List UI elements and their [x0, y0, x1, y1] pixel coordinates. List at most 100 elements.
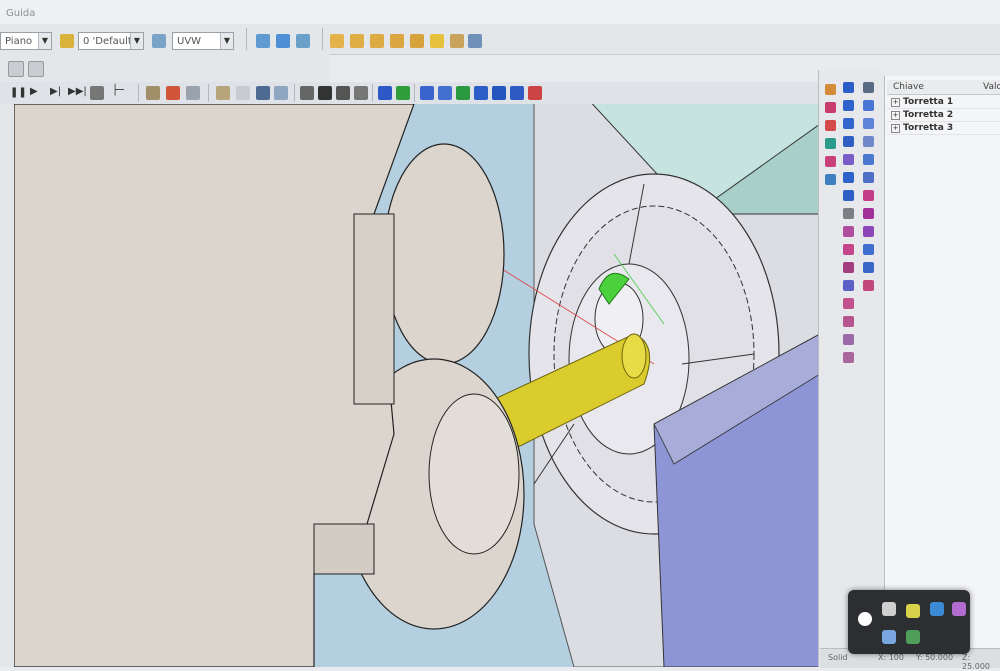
step-forward-icon[interactable]: ▶| — [50, 86, 61, 97]
palette-item-icon[interactable] — [843, 190, 854, 201]
palette-item-icon[interactable] — [863, 136, 874, 147]
palette-item-icon[interactable] — [825, 138, 836, 149]
solid-icon[interactable] — [378, 86, 392, 100]
palette-item-icon[interactable] — [843, 82, 854, 93]
palette-item-icon[interactable] — [843, 316, 854, 327]
palette-item-icon[interactable] — [843, 208, 854, 219]
file-icon[interactable] — [882, 602, 896, 616]
tree-item-torretta-1[interactable]: + Torretta 1 — [887, 96, 1000, 109]
palette-item-icon[interactable] — [825, 120, 836, 131]
separator — [322, 28, 323, 50]
menu-guida[interactable]: Guida — [6, 8, 35, 19]
collision-icon[interactable] — [166, 86, 180, 100]
part-icon[interactable] — [474, 86, 488, 100]
palette-item-icon[interactable] — [843, 100, 854, 111]
axis-icon[interactable] — [256, 34, 270, 48]
palette-item-icon[interactable] — [843, 118, 854, 129]
measure-icon[interactable] — [216, 86, 230, 100]
view-back-icon[interactable] — [350, 34, 364, 48]
toolpath-icon[interactable] — [456, 86, 470, 100]
view-axis-icon[interactable] — [450, 34, 464, 48]
palette-item-icon[interactable] — [843, 298, 854, 309]
expand-icon[interactable]: + — [891, 124, 900, 133]
palette-item-icon[interactable] — [843, 226, 854, 237]
tree-item-label: Torretta 3 — [903, 123, 954, 133]
palette-item-icon[interactable] — [863, 262, 874, 273]
copy-icon[interactable] — [236, 86, 250, 100]
palette-item-icon[interactable] — [863, 226, 874, 237]
snap-icon[interactable] — [8, 61, 24, 77]
palette-item-icon[interactable] — [843, 172, 854, 183]
column-header-key[interactable]: Chiave — [893, 82, 924, 92]
column-header-value[interactable]: Valore — [983, 82, 1000, 92]
fast-forward-icon[interactable]: ▶▶| — [68, 86, 87, 97]
turret-icon[interactable] — [510, 86, 524, 100]
tree-item-torretta-2[interactable]: + Torretta 2 — [887, 109, 1000, 122]
fixture-icon[interactable] — [438, 86, 452, 100]
tool-icon[interactable] — [146, 86, 160, 100]
color-icon[interactable] — [930, 602, 944, 616]
stock-icon[interactable] — [420, 86, 434, 100]
view-left-icon[interactable] — [370, 34, 384, 48]
palette-item-icon[interactable] — [863, 244, 874, 255]
view-iso-icon[interactable] — [430, 34, 444, 48]
machine-icon[interactable] — [336, 86, 350, 100]
palette-item-icon[interactable] — [825, 174, 836, 185]
palette-item-icon[interactable] — [843, 280, 854, 291]
alarm-icon[interactable] — [528, 86, 542, 100]
palette-item-icon[interactable] — [825, 102, 836, 113]
palette-item-icon[interactable] — [825, 84, 836, 95]
view-top-icon[interactable] — [410, 34, 424, 48]
leaf-icon[interactable] — [906, 630, 920, 644]
tree-item-torretta-3[interactable]: + Torretta 3 — [887, 122, 1000, 135]
separator — [372, 84, 373, 102]
palette-item-icon[interactable] — [843, 154, 854, 165]
grid-icon[interactable] — [468, 34, 482, 48]
palette-item-icon[interactable] — [863, 172, 874, 183]
view-front-icon[interactable] — [330, 34, 344, 48]
pause-icon[interactable]: ❚❚ — [10, 87, 27, 98]
view-icon[interactable] — [276, 34, 290, 48]
refresh-icon[interactable] — [274, 86, 288, 100]
document-icon[interactable] — [318, 86, 332, 100]
palette-item-icon[interactable] — [863, 154, 874, 165]
save-icon[interactable] — [256, 86, 270, 100]
palette-item-icon[interactable] — [843, 352, 854, 363]
pan-icon[interactable] — [296, 34, 310, 48]
workpiece-end — [621, 333, 647, 379]
expand-icon[interactable]: + — [891, 111, 900, 120]
reset-icon[interactable] — [186, 86, 200, 100]
stop-icon[interactable] — [90, 86, 104, 100]
bulb-icon[interactable] — [906, 604, 920, 618]
head-icon[interactable] — [492, 86, 506, 100]
palette-item-icon[interactable] — [843, 244, 854, 255]
palette-item-icon[interactable] — [843, 334, 854, 345]
palette-item-icon[interactable] — [843, 262, 854, 273]
settings-icon[interactable] — [354, 86, 368, 100]
palette-item-icon[interactable] — [863, 100, 874, 111]
palette-item-icon[interactable] — [863, 118, 874, 129]
separator — [414, 84, 415, 102]
ucs-icon[interactable] — [152, 34, 166, 48]
3d-viewport[interactable] — [14, 104, 820, 667]
palette-item-icon[interactable] — [863, 208, 874, 219]
chevron-down-icon: ▼ — [38, 33, 51, 49]
plane-combo[interactable]: Piano ▼ — [0, 32, 52, 50]
expand-icon[interactable]: + — [891, 98, 900, 107]
palette-item-icon[interactable] — [863, 82, 874, 93]
sphere-icon[interactable] — [952, 602, 966, 616]
record-icon[interactable] — [858, 612, 872, 626]
layer-combo[interactable]: 0 'Default' ▼ — [78, 32, 144, 50]
print-icon[interactable] — [300, 86, 314, 100]
shaded-icon[interactable] — [396, 86, 410, 100]
trace-icon[interactable]: ├─ — [112, 85, 124, 96]
window-icon[interactable] — [882, 630, 896, 644]
palette-item-icon[interactable] — [863, 280, 874, 291]
palette-item-icon[interactable] — [863, 190, 874, 201]
snap2-icon[interactable] — [28, 61, 44, 77]
view-right-icon[interactable] — [390, 34, 404, 48]
palette-item-icon[interactable] — [843, 136, 854, 147]
palette-item-icon[interactable] — [825, 156, 836, 167]
uvw-combo[interactable]: UVW ▼ — [172, 32, 234, 50]
play-icon[interactable]: ▶ — [30, 86, 38, 97]
